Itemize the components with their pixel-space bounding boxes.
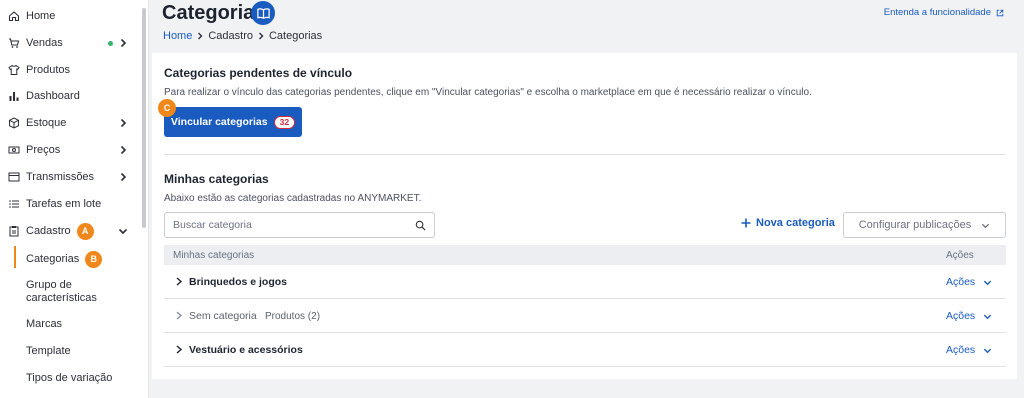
sidebar-item-cadastro[interactable]: Cadastro A xyxy=(0,218,140,244)
my-categories-title: Minhas categorias xyxy=(164,172,269,186)
link-categories-button[interactable]: Vincular categorias 32 xyxy=(164,107,302,137)
learn-feature-link[interactable]: Entenda a funcionalidade xyxy=(884,7,1004,18)
sidebar-item-label: Vendas xyxy=(26,37,63,49)
column-header-actions: Ações xyxy=(946,250,974,261)
sidebar-subitem-label: Categorias xyxy=(26,253,80,265)
chevron-right-icon xyxy=(198,32,203,40)
chevron-down-icon xyxy=(984,348,992,353)
clipboard-icon xyxy=(8,225,20,237)
sidebar-subitem-template[interactable]: Template xyxy=(26,345,136,358)
annotation-badge-b: B xyxy=(85,251,103,268)
chevron-right-icon xyxy=(120,145,127,155)
sidebar-scrollbar[interactable] xyxy=(142,8,146,228)
category-name: Vestuário e acessórios xyxy=(189,344,303,356)
shirt-icon xyxy=(8,64,20,76)
annotation-badge-c: C xyxy=(158,99,176,117)
my-categories-description: Abaixo estão as categorias cadastradas n… xyxy=(164,193,422,204)
sidebar-item-home[interactable]: Home xyxy=(0,3,140,29)
sidebar-item-vendas[interactable]: Vendas xyxy=(0,30,140,56)
chevron-right-icon[interactable] xyxy=(175,345,183,354)
money-icon xyxy=(8,144,20,156)
actions-menu[interactable]: Ações xyxy=(946,310,992,322)
book-icon[interactable] xyxy=(251,1,275,25)
chevron-down-icon xyxy=(982,223,990,228)
sidebar-item-produtos[interactable]: Produtos xyxy=(0,57,140,83)
chevron-down-icon xyxy=(984,314,992,319)
table-row[interactable]: Brinquedos e jogos Ações xyxy=(164,265,1006,299)
chevron-down-icon xyxy=(118,228,128,235)
table-row[interactable]: Vestuário e acessórios Ações xyxy=(164,333,1006,367)
sidebar-item-label: Produtos xyxy=(26,64,71,76)
sidebar-item-estoque[interactable]: Estoque xyxy=(0,110,140,136)
sidebar-item-precos[interactable]: Preços xyxy=(0,137,140,163)
home-icon xyxy=(8,10,20,22)
actions-label: Ações xyxy=(946,276,976,288)
actions-menu[interactable]: Ações xyxy=(946,276,992,288)
sidebar-item-label: Cadastro xyxy=(26,225,71,237)
plus-icon xyxy=(741,218,751,228)
breadcrumb: Home Cadastro Categorias xyxy=(163,30,322,42)
product-count: Produtos (2) xyxy=(265,311,321,322)
sidebar: Home Vendas Produtos Dashboard Estoque P… xyxy=(0,0,149,398)
sidebar-item-label: Dashboard xyxy=(26,90,80,102)
chevron-right-icon xyxy=(120,38,127,48)
chevron-right-icon xyxy=(120,118,127,128)
actions-label: Ações xyxy=(946,310,976,322)
chevron-right-icon xyxy=(120,172,127,182)
sidebar-item-dashboard[interactable]: Dashboard xyxy=(0,83,140,109)
box-icon xyxy=(8,117,20,129)
table-header: Minhas categorias Ações xyxy=(164,245,1006,265)
pending-title: Categorias pendentes de vínculo xyxy=(164,66,353,80)
sidebar-subitem-tipos[interactable]: Tipos de variação xyxy=(26,372,136,385)
actions-menu[interactable]: Ações xyxy=(946,344,992,356)
sidebar-subitem-marcas[interactable]: Marcas xyxy=(26,318,136,331)
bar-chart-icon xyxy=(8,90,20,102)
section-divider xyxy=(164,154,1006,155)
chevron-right-icon xyxy=(258,32,264,40)
sidebar-item-label: Preços xyxy=(26,144,61,156)
pending-count-badge: 32 xyxy=(273,115,296,129)
new-category-label: Nova categoria xyxy=(756,217,835,229)
cart-icon xyxy=(8,37,20,49)
column-header-categories: Minhas categorias xyxy=(173,250,255,261)
configure-publications-label: Configurar publicações xyxy=(858,219,972,231)
sidebar-subitem-categorias[interactable]: Categorias B xyxy=(26,251,136,268)
actions-label: Ações xyxy=(946,344,976,356)
sidebar-item-label: Home xyxy=(26,10,56,22)
chevron-right-icon[interactable] xyxy=(175,311,183,320)
category-name: Brinquedos e jogos xyxy=(189,276,288,288)
status-dot xyxy=(108,41,113,46)
search-input[interactable] xyxy=(173,219,393,231)
sidebar-subitem-grupo[interactable]: Grupo de características xyxy=(26,279,106,305)
pending-description: Para realizar o vínculo das categorias p… xyxy=(164,87,812,98)
list-icon xyxy=(8,198,20,210)
sidebar-item-label: Transmissões xyxy=(26,171,95,183)
search-icon[interactable] xyxy=(415,220,426,231)
category-name: Sem categoria xyxy=(189,310,257,322)
sidebar-item-tarefas[interactable]: Tarefas em lote xyxy=(0,191,140,217)
sidebar-item-label: Estoque xyxy=(26,117,67,129)
configure-publications-dropdown[interactable]: Configurar publicações xyxy=(843,212,1006,238)
search-field[interactable] xyxy=(164,212,435,238)
learn-link-label: Entenda a funcionalidade xyxy=(883,7,991,18)
sidebar-item-transmissoes[interactable]: Transmissões xyxy=(0,164,140,190)
active-indicator xyxy=(14,246,16,268)
breadcrumb-current: Categorias xyxy=(268,30,323,42)
table-row[interactable]: Sem categoria Produtos (2) Ações xyxy=(164,299,1006,333)
breadcrumb-cadastro[interactable]: Cadastro xyxy=(208,30,253,42)
page-title: Categorias xyxy=(162,2,266,24)
window-icon xyxy=(8,171,20,183)
new-category-button[interactable]: Nova categoria xyxy=(741,217,835,229)
sidebar-item-label: Tarefas em lote xyxy=(26,198,102,210)
external-link-icon xyxy=(996,9,1004,16)
chevron-right-icon[interactable] xyxy=(175,277,183,286)
chevron-down-icon xyxy=(984,280,992,285)
breadcrumb-home[interactable]: Home xyxy=(163,30,192,42)
annotation-badge-a: A xyxy=(76,222,94,240)
link-categories-label: Vincular categorias xyxy=(170,116,268,128)
